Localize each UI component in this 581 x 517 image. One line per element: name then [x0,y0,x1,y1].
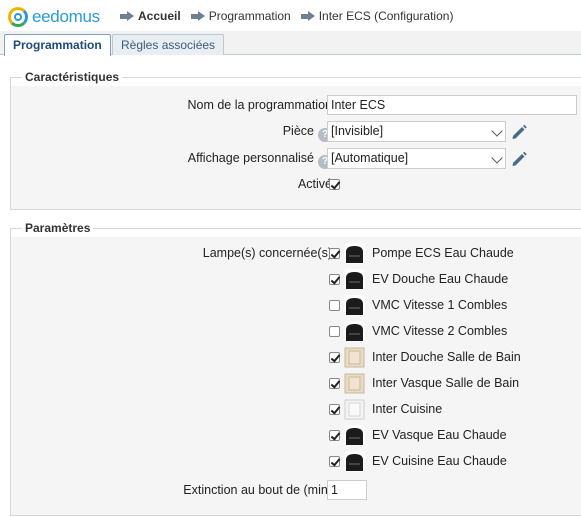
tab-regles-associees[interactable]: Règles associées [112,34,225,55]
device-checkbox[interactable] [329,352,340,363]
name-input[interactable]: Inter ECS [327,95,577,115]
affichage-label: Affichage personnalisé? [188,151,332,169]
tab-programmation[interactable]: Programmation [4,34,111,56]
breadcrumb-current: Inter ECS (Configuration) [318,9,454,23]
active-row: Activé [11,174,581,196]
zwave-module-icon [344,269,365,290]
device-checkbox[interactable] [329,300,340,311]
chevron-down-icon [491,152,503,164]
device-row: VMC Vitesse 1 Combles [11,295,581,317]
arrow-right-icon [300,10,315,22]
extinction-row: Extinction au bout de (min) 1 [11,480,581,502]
device-checkbox[interactable] [329,378,340,389]
zwave-module-icon [344,321,365,342]
wall-switch-beige-icon [344,347,365,368]
logo-ring-icon [8,7,28,27]
device-label: EV Cuisine Eau Chaude [372,454,507,468]
device-checkbox[interactable] [329,248,340,259]
name-label: Nom de la programmation [187,98,332,112]
parametres-legend: Paramètres [22,221,94,235]
affichage-select[interactable]: [Automatique] [327,148,506,169]
active-label: Activé [297,177,332,191]
device-row: Pompe ECS Eau Chaude [11,243,581,265]
device-label: Inter Douche Salle de Bain [372,350,521,364]
device-checkbox[interactable] [329,430,340,441]
zwave-module-icon [344,425,365,446]
device-row: EV Vasque Eau Chaude [11,425,581,447]
edit-pencil-icon[interactable] [510,123,528,141]
arrow-right-icon [120,10,134,22]
device-checkbox[interactable] [329,274,340,285]
piece-select-value: [Invisible] [331,124,384,138]
device-row: Inter Douche Salle de Bain [11,347,581,369]
device-row: EV Douche Eau Chaude [11,269,581,291]
device-label: Inter Cuisine [372,402,443,416]
device-row: Inter Cuisine [11,399,581,421]
device-label: EV Douche Eau Chaude [372,272,509,286]
device-row: VMC Vitesse 2 Combles [11,321,581,343]
device-label: Inter Vasque Salle de Bain [372,376,520,390]
edit-pencil-icon[interactable] [510,150,528,168]
device-checkbox[interactable] [329,326,340,337]
extinction-label: Extinction au bout de (min) [183,483,332,497]
piece-row: Pièce? [Invisible] [11,121,581,143]
wall-switch-white-icon [344,399,365,420]
zwave-module-icon [344,243,365,264]
logo-text: eedomus [32,7,100,26]
chevron-down-icon [491,125,503,137]
name-row: Nom de la programmation Inter ECS [11,95,581,117]
parametres-fieldset: Paramètres Lampe(s) concernée(s) Pompe E… [10,221,581,516]
piece-label: Pièce? [283,124,332,142]
active-checkbox[interactable] [329,179,340,190]
caracteristiques-fieldset: Caractéristiques Nom de la programmation… [10,70,581,210]
tab-bar: Programmation Règles associées [0,31,581,56]
wall-switch-beige-icon [344,373,365,394]
top-header: eedomus Accueil Programmation Inter ECS … [0,0,581,34]
device-label: VMC Vitesse 1 Combles [372,298,508,312]
zwave-module-icon [344,295,365,316]
affichage-row: Affichage personnalisé? [Automatique] [11,148,581,170]
breadcrumb-programmation-link[interactable]: Programmation [209,9,291,23]
eedomus-logo[interactable]: eedomus [8,6,100,28]
device-checkbox[interactable] [329,456,340,467]
arrow-right-icon [190,10,205,22]
breadcrumb-home-link[interactable]: Accueil [138,9,181,23]
zwave-module-icon [344,451,365,472]
extinction-input[interactable]: 1 [327,480,367,500]
piece-select[interactable]: [Invisible] [327,121,506,142]
breadcrumb: Accueil Programmation Inter ECS (Configu… [120,9,463,23]
device-label: EV Vasque Eau Chaude [372,428,507,442]
device-label: VMC Vitesse 2 Combles [372,324,508,338]
device-row: EV Cuisine Eau Chaude [11,451,581,473]
device-label: Pompe ECS Eau Chaude [372,246,514,260]
caracteristiques-legend: Caractéristiques [22,70,123,84]
device-row: Inter Vasque Salle de Bain [11,373,581,395]
device-checkbox[interactable] [329,404,340,415]
affichage-select-value: [Automatique] [331,151,409,165]
